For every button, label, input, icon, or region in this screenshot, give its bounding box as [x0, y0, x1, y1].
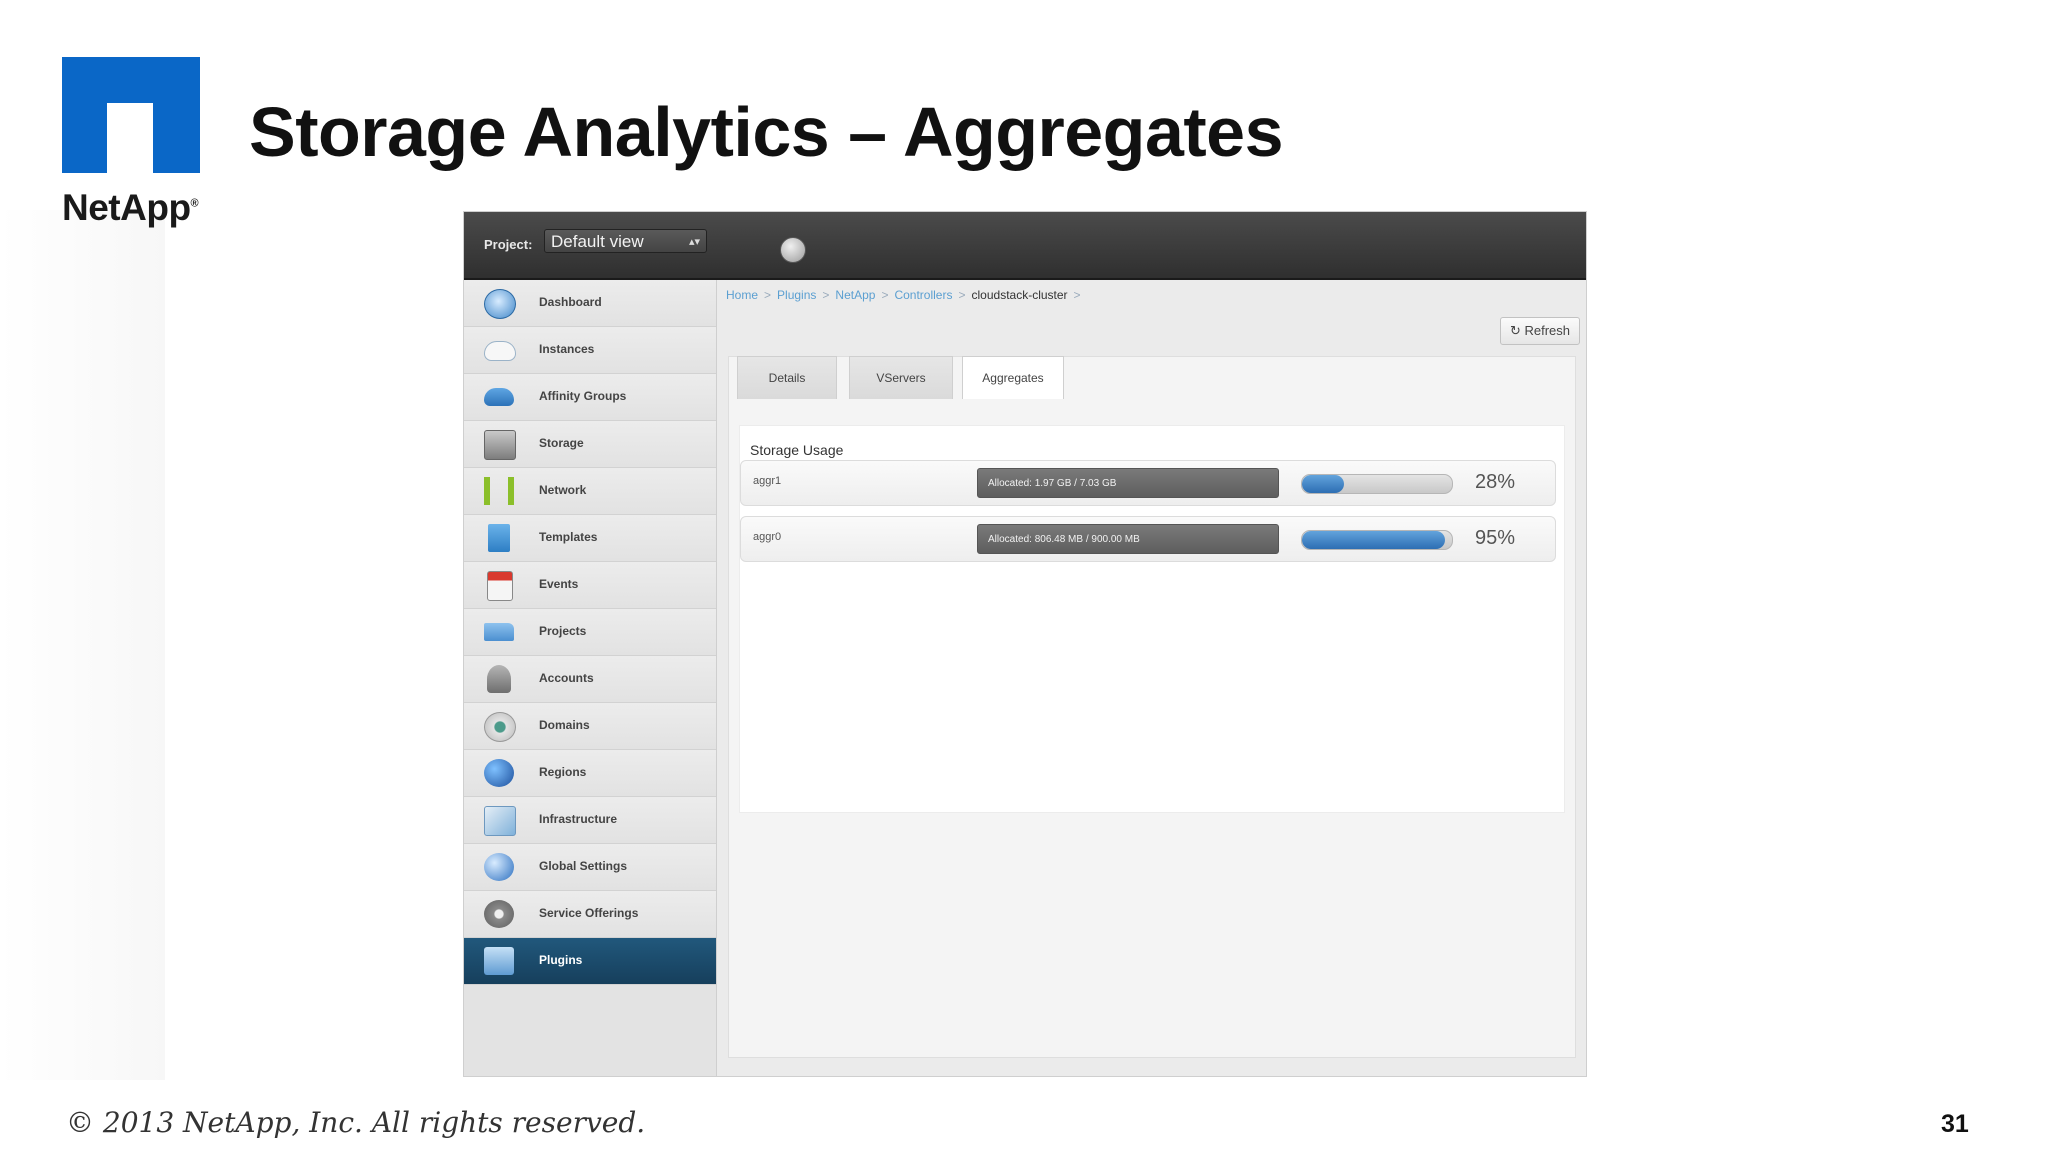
- aggregate-usage-fill: [1302, 475, 1344, 493]
- sidebar-item-network[interactable]: Network: [464, 468, 716, 515]
- sidebar-item-label: Events: [539, 577, 579, 591]
- global-settings-icon: [484, 853, 514, 881]
- aggregate-allocated: Allocated: 1.97 GB / 7.03 GB: [977, 468, 1279, 498]
- refresh-icon: ↻: [1509, 323, 1521, 338]
- netapp-logo-mark: [62, 57, 200, 173]
- folder-icon: [484, 623, 514, 641]
- sidebar-item-templates[interactable]: Templates: [464, 515, 716, 562]
- sidebar-item-infrastructure[interactable]: Infrastructure: [464, 797, 716, 844]
- sidebar-item-label: Templates: [539, 530, 598, 544]
- breadcrumb-separator-icon: >: [822, 288, 830, 302]
- templates-icon: [488, 524, 510, 552]
- content-panel: Details VServers Aggregates Storage Usag…: [728, 356, 1576, 1058]
- page-number: 31: [1941, 1110, 1969, 1138]
- breadcrumb-separator-icon: >: [881, 288, 889, 302]
- sidebar: Dashboard Instances Affinity Groups Storage…: [464, 280, 717, 1076]
- project-label: Project:: [484, 237, 533, 252]
- aggregate-name: aggr1: [753, 475, 782, 487]
- plugins-icon: [484, 947, 514, 975]
- sidebar-item-label: Dashboard: [539, 295, 602, 309]
- tab-vservers[interactable]: VServers: [849, 356, 953, 399]
- refresh-button[interactable]: ↻ Refresh: [1500, 317, 1580, 345]
- infrastructure-icon: [484, 806, 516, 836]
- sidebar-item-global-settings[interactable]: Global Settings: [464, 844, 716, 891]
- sidebar-item-label: Network: [539, 483, 587, 497]
- aggregate-usage-fill: [1302, 531, 1445, 549]
- aggregate-usage-bar: [1301, 474, 1453, 494]
- breadcrumb-separator-icon: >: [764, 288, 772, 302]
- aggregate-allocated: Allocated: 806.48 MB / 900.00 MB: [977, 524, 1279, 554]
- sidebar-item-instances[interactable]: Instances: [464, 327, 716, 374]
- top-bar: Project: Default view ▴▾: [464, 212, 1586, 280]
- affinity-groups-icon: [484, 388, 514, 406]
- sidebar-item-label: Domains: [539, 718, 590, 732]
- aggregate-percent: 28%: [1475, 471, 1516, 493]
- breadcrumb-item[interactable]: Home: [726, 288, 758, 302]
- sidebar-item-plugins[interactable]: Plugins: [464, 938, 716, 985]
- breadcrumb-separator-icon: >: [958, 288, 966, 302]
- network-icon: [484, 477, 514, 505]
- select-arrows-icon: ▴▾: [688, 236, 700, 248]
- breadcrumb-item[interactable]: NetApp: [835, 288, 875, 302]
- sidebar-item-projects[interactable]: Projects: [464, 609, 716, 656]
- sidebar-item-service-offerings[interactable]: Service Offerings: [464, 891, 716, 938]
- sidebar-item-label: Affinity Groups: [539, 389, 627, 403]
- tab-aggregates[interactable]: Aggregates: [962, 356, 1064, 399]
- sidebar-item-label: Regions: [539, 765, 587, 779]
- aggregate-row: aggr1 Allocated: 1.97 GB / 7.03 GB 28%: [740, 460, 1556, 506]
- globe-icon[interactable]: [780, 237, 806, 263]
- aggregate-usage-bar: [1301, 530, 1453, 550]
- app-window: Project: Default view ▴▾ Dashboard Instan…: [463, 211, 1587, 1077]
- tab-details[interactable]: Details: [737, 356, 837, 399]
- breadcrumb-item[interactable]: Controllers: [894, 288, 952, 302]
- gear-icon: [484, 900, 514, 928]
- breadcrumb: Home > Plugins > NetApp > Controllers > cloudsta…: [726, 288, 1087, 302]
- sidebar-item-label: Accounts: [539, 671, 594, 685]
- project-select[interactable]: Default view ▴▾: [544, 229, 707, 253]
- sidebar-item-label: Service Offerings: [539, 906, 639, 920]
- sidebar-item-label: Storage: [539, 436, 584, 450]
- aggregate-percent: 95%: [1475, 527, 1516, 549]
- sidebar-item-label: Infrastructure: [539, 812, 618, 826]
- aggregate-row: aggr0 Allocated: 806.48 MB / 900.00 MB 9…: [740, 516, 1556, 562]
- storage-usage-title: Storage Usage: [750, 442, 844, 458]
- storage-usage-card: Storage Usage aggr1 Allocated: 1.97 GB /…: [739, 425, 1565, 813]
- breadcrumb-item[interactable]: cloudstack-cluster: [972, 288, 1068, 302]
- sidebar-item-affinity-groups[interactable]: Affinity Groups: [464, 374, 716, 421]
- dashboard-icon: [484, 289, 516, 319]
- sidebar-item-storage[interactable]: Storage: [464, 421, 716, 468]
- storage-icon: [484, 430, 516, 460]
- calendar-icon: [487, 571, 513, 601]
- breadcrumb-item[interactable]: Plugins: [777, 288, 816, 302]
- netapp-logo: NetApp®: [62, 57, 212, 229]
- slide-title: Storage Analytics – Aggregates: [249, 93, 1284, 171]
- sidebar-item-label: Instances: [539, 342, 595, 356]
- user-icon: [487, 665, 511, 693]
- sidebar-item-label: Global Settings: [539, 859, 628, 873]
- sidebar-item-label: Projects: [539, 624, 587, 638]
- domains-icon: [484, 712, 516, 742]
- sidebar-item-events[interactable]: Events: [464, 562, 716, 609]
- sidebar-item-dashboard[interactable]: Dashboard: [464, 280, 716, 327]
- slide-background-fade: [0, 210, 165, 1080]
- globe-icon: [484, 759, 514, 787]
- copyright-footer: © 2013 NetApp, Inc. All rights reserved.: [66, 1106, 646, 1139]
- sidebar-item-regions[interactable]: Regions: [464, 750, 716, 797]
- sidebar-item-accounts[interactable]: Accounts: [464, 656, 716, 703]
- breadcrumb-separator-icon: >: [1073, 288, 1081, 302]
- netapp-logo-text: NetApp®: [62, 187, 199, 228]
- aggregate-name: aggr0: [753, 531, 782, 543]
- sidebar-item-label: Plugins: [539, 953, 583, 967]
- sidebar-item-domains[interactable]: Domains: [464, 703, 716, 750]
- cloud-icon: [484, 341, 516, 361]
